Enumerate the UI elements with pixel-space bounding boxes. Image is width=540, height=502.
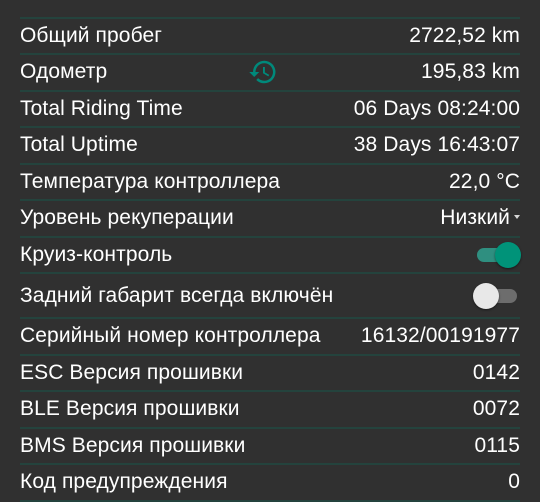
warning-code-label: Код предупреждения — [20, 470, 228, 494]
dropdown-arrow-icon — [514, 215, 520, 220]
recuperation-level-dropdown[interactable]: Низкий — [440, 206, 520, 230]
list-item-cruise-control: Круиз-контроль — [20, 238, 521, 274]
history-icon[interactable] — [248, 57, 278, 87]
controller-serial-value: 16132/00191977 — [360, 324, 520, 348]
odometer-value: 195,83 km — [421, 60, 520, 84]
esc-firmware-value: 0142 — [472, 360, 520, 384]
list-item-rear-light-always-on: Задний габарит всегда включён — [20, 274, 520, 319]
list-item-warning-code: Код предупреждения 0 — [20, 465, 520, 502]
esc-firmware-label: ESC Версия прошивки — [20, 360, 244, 384]
rear-light-label: Задний габарит всегда включён — [20, 283, 334, 307]
total-uptime-label: Total Uptime — [20, 133, 138, 157]
controller-temperature-value: 22,0 °C — [449, 169, 520, 193]
warning-code-value: 0 — [508, 470, 520, 494]
list-item-total-mileage: Общий пробег 2722,52 km — [20, 19, 520, 55]
list-item-partial-top — [20, 0, 520, 19]
rear-light-toggle[interactable] — [473, 282, 520, 309]
settings-list: Общий пробег 2722,52 km Одометр 195,83 k… — [0, 0, 540, 502]
bms-firmware-label: BMS Версия прошивки — [20, 433, 246, 457]
cruise-control-label: Круиз-контроль — [20, 242, 173, 266]
recuperation-level-label: Уровень рекуперации — [20, 206, 234, 230]
list-item-esc-firmware: ESC Версия прошивки 0142 — [20, 356, 520, 392]
toggle-thumb — [473, 282, 499, 309]
list-item-controller-temperature: Температура контроллера 22,0 °C — [20, 165, 520, 201]
bms-firmware-value: 0115 — [474, 433, 520, 457]
total-mileage-label: Общий пробег — [20, 23, 162, 47]
list-item-odometer: Одометр 195,83 km — [20, 55, 520, 92]
list-item-recuperation-level: Уровень рекуперации Низкий — [20, 201, 520, 238]
total-riding-time-label: Total Riding Time — [20, 96, 183, 120]
controller-temperature-label: Температура контроллера — [20, 169, 281, 193]
cruise-control-toggle[interactable] — [474, 241, 521, 268]
ble-firmware-label: BLE Версия прошивки — [20, 397, 240, 421]
total-uptime-value: 38 Days 16:43:07 — [353, 133, 520, 157]
ble-firmware-value: 0072 — [472, 397, 520, 421]
list-item-controller-serial: Серийный номер контроллера 16132/0019197… — [20, 319, 520, 356]
total-mileage-value: 2722,52 km — [409, 23, 520, 47]
list-item-ble-firmware: BLE Версия прошивки 0072 — [20, 392, 520, 429]
list-item-total-uptime: Total Uptime 38 Days 16:43:07 — [20, 128, 520, 165]
total-riding-time-value: 06 Days 08:24:00 — [353, 96, 520, 120]
odometer-label: Одометр — [20, 60, 108, 84]
list-item-total-riding-time: Total Riding Time 06 Days 08:24:00 — [20, 92, 520, 128]
controller-serial-label: Серийный номер контроллера — [20, 324, 321, 348]
recuperation-level-selected: Низкий — [440, 206, 510, 230]
list-item-bms-firmware: BMS Версия прошивки 0115 — [20, 429, 520, 465]
toggle-thumb — [495, 241, 521, 268]
